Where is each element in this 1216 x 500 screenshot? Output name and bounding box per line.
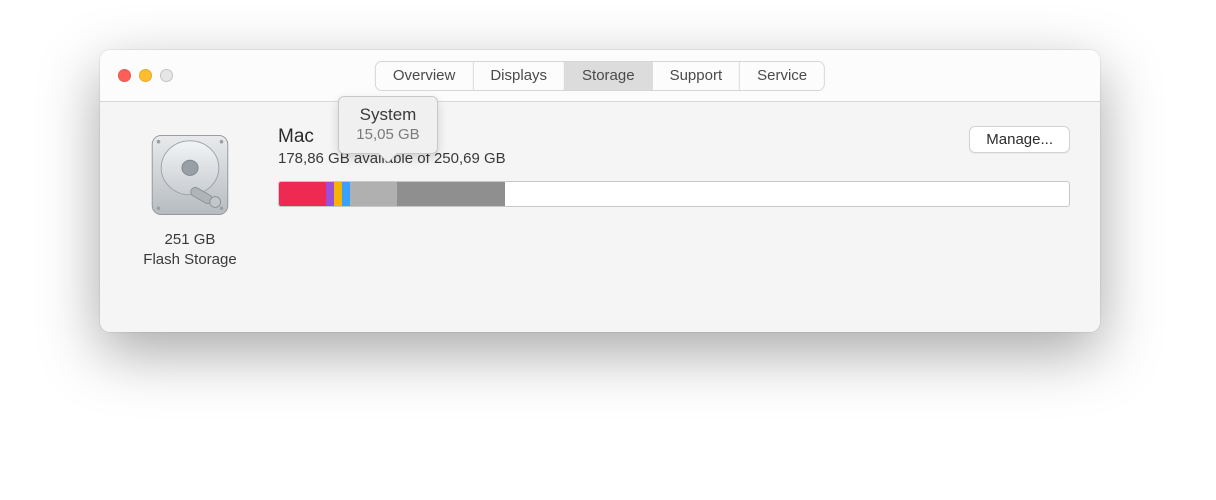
tab-bar: OverviewDisplaysStorageSupportService: [375, 61, 825, 91]
storage-segment-media[interactable]: [342, 182, 350, 206]
tab-service[interactable]: Service: [740, 62, 824, 90]
fullscreen-button[interactable]: [160, 69, 173, 82]
drive-column: 251 GB Flash Storage: [130, 126, 250, 269]
storage-segment-other2[interactable]: [397, 182, 505, 206]
drive-icon: [145, 130, 235, 220]
close-button[interactable]: [118, 69, 131, 82]
drive-type: Flash Storage: [143, 250, 236, 270]
storage-segment-system[interactable]: [350, 182, 397, 206]
tab-storage[interactable]: Storage: [565, 62, 653, 90]
tooltip-title: System: [355, 105, 421, 125]
storage-segment-photos[interactable]: [334, 182, 342, 206]
main-column: System 15,05 GB Mac 178,86 GB available …: [278, 126, 1070, 207]
drive-label: 251 GB Flash Storage: [143, 230, 236, 269]
tab-overview[interactable]: Overview: [376, 62, 474, 90]
storage-bar[interactable]: [278, 181, 1070, 207]
tab-support[interactable]: Support: [653, 62, 741, 90]
drive-capacity: 251 GB: [143, 230, 236, 250]
minimize-button[interactable]: [139, 69, 152, 82]
tab-displays[interactable]: Displays: [473, 62, 565, 90]
storage-tooltip: System 15,05 GB: [338, 96, 438, 154]
storage-segment-apps[interactable]: [279, 182, 326, 206]
titlebar: OverviewDisplaysStorageSupportService: [100, 50, 1100, 102]
manage-button[interactable]: Manage...: [969, 126, 1070, 153]
content-area: 251 GB Flash Storage System 15,05 GB Mac…: [100, 102, 1100, 332]
storage-segment-other[interactable]: [326, 182, 334, 206]
traffic-lights: [118, 69, 173, 82]
tooltip-value: 15,05 GB: [355, 126, 421, 143]
about-this-mac-window: OverviewDisplaysStorageSupportService: [100, 50, 1100, 332]
